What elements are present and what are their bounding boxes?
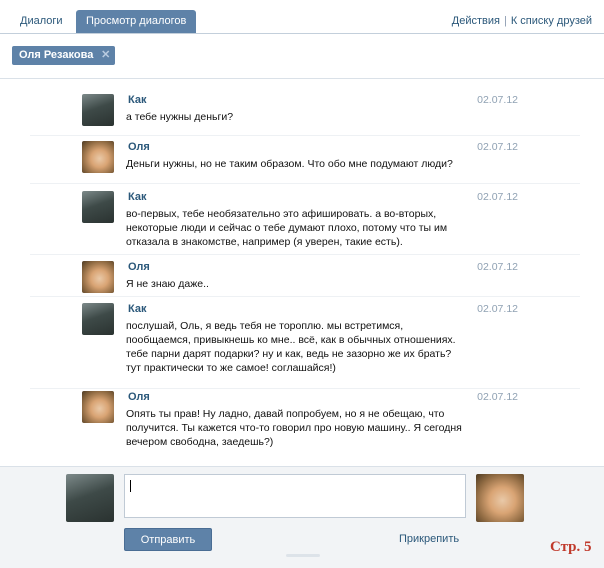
message-text: Опять ты прав! Ну ладно, давай попробуем… [126, 408, 462, 448]
message-text: Я не знаю даже.. [126, 278, 209, 290]
message-date: 02.07.12 [477, 94, 518, 106]
filter-bar: Оля Резакова ✕ [0, 34, 604, 79]
text-caret [130, 480, 131, 492]
message-author[interactable]: Как [128, 94, 146, 106]
message-date: 02.07.12 [477, 141, 518, 153]
actions-link[interactable]: Действия [452, 15, 500, 27]
close-icon[interactable]: ✕ [101, 46, 110, 65]
link-separator: | [503, 15, 507, 27]
message-author[interactable]: Как [128, 303, 146, 315]
message-text: а тебе нужны деньги? [126, 111, 234, 123]
divider [30, 388, 580, 389]
recipient-avatar[interactable] [476, 474, 524, 522]
filter-chip[interactable]: Оля Резакова ✕ [12, 46, 116, 65]
tab-view-dialogs[interactable]: Просмотр диалогов [76, 10, 197, 33]
message-composer: Отправить Прикрепить [0, 466, 604, 568]
message-item: Как 02.07.12 послушай, Оль, я ведь тебя … [82, 303, 532, 383]
message-item: Как 02.07.12 а тебе нужны деньги? [82, 94, 532, 126]
message-item: Оля 02.07.12 Опять ты прав! Ну ладно, да… [82, 391, 532, 461]
message-date: 02.07.12 [477, 261, 518, 273]
divider [30, 183, 580, 184]
message-author[interactable]: Оля [128, 391, 150, 403]
tab-dialogs[interactable]: Диалоги [10, 10, 73, 33]
message-date: 02.07.12 [477, 191, 518, 203]
my-avatar[interactable] [66, 474, 114, 522]
avatar[interactable] [82, 191, 114, 223]
avatar[interactable] [82, 391, 114, 423]
avatar[interactable] [82, 261, 114, 293]
top-links: Действия | К списку друзей [452, 15, 592, 27]
message-author[interactable]: Оля [128, 261, 150, 273]
friends-list-link[interactable]: К списку друзей [511, 15, 592, 27]
message-item: Как 02.07.12 во-первых, тебе необязатель… [82, 191, 532, 251]
message-author[interactable]: Как [128, 191, 146, 203]
message-date: 02.07.12 [477, 391, 518, 403]
avatar[interactable] [82, 94, 114, 126]
top-navigation: Диалоги Просмотр диалогов Действия | К спи… [0, 0, 604, 34]
divider [30, 254, 580, 255]
message-item: Оля 02.07.12 Я не знаю даже.. [82, 261, 532, 293]
filter-chip-label: Оля Резакова [19, 49, 94, 61]
avatar[interactable] [82, 141, 114, 173]
message-text: Деньги нужны, но не таким образом. Что о… [126, 158, 453, 170]
divider [30, 296, 580, 297]
message-text: во-первых, тебе необязательно это афишир… [126, 208, 448, 248]
resize-handle[interactable] [286, 554, 320, 557]
avatar[interactable] [82, 303, 114, 335]
divider [30, 135, 580, 136]
send-button[interactable]: Отправить [124, 528, 212, 551]
page-number-label: Стр. 5 [550, 539, 592, 555]
message-item: Оля 02.07.12 Деньги нужны, но не таким о… [82, 141, 532, 173]
attach-link[interactable]: Прикрепить [399, 533, 459, 545]
message-text: послушай, Оль, я ведь тебя не тороплю. м… [126, 320, 456, 374]
message-input[interactable] [124, 474, 466, 518]
message-author[interactable]: Оля [128, 141, 150, 153]
message-date: 02.07.12 [477, 303, 518, 315]
message-list: Как 02.07.12 а тебе нужны деньги? Оля 02… [0, 80, 604, 464]
